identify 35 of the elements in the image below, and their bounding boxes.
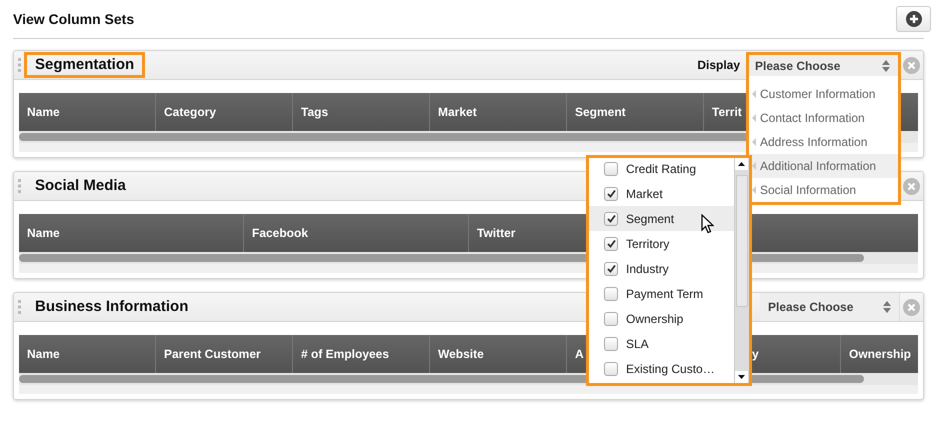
panel-title: Business Information bbox=[34, 297, 190, 317]
display-select[interactable]: Please Choose bbox=[749, 55, 898, 76]
dropdown-option[interactable]: Additional Information bbox=[749, 154, 898, 178]
drag-handle-icon[interactable] bbox=[18, 58, 21, 72]
mouse-pointer-icon bbox=[701, 214, 714, 234]
page-title: View Column Sets bbox=[13, 11, 134, 27]
drag-handle-icon[interactable] bbox=[18, 179, 21, 193]
close-icon[interactable] bbox=[903, 56, 920, 74]
panel-title: Segmentation bbox=[24, 52, 146, 78]
sort-arrows-icon bbox=[882, 60, 890, 72]
scroll-down-icon[interactable] bbox=[735, 371, 748, 383]
caret-icon bbox=[752, 138, 756, 146]
plus-icon bbox=[906, 11, 922, 27]
display-select[interactable]: Please Choose bbox=[760, 293, 900, 321]
close-icon[interactable] bbox=[903, 298, 920, 316]
checkbox[interactable] bbox=[604, 262, 618, 276]
checkbox[interactable] bbox=[604, 336, 618, 350]
caret-icon bbox=[752, 114, 756, 122]
column-option[interactable]: Segment bbox=[589, 206, 734, 231]
checkbox[interactable] bbox=[604, 212, 618, 226]
scroll-up-icon[interactable] bbox=[735, 158, 748, 170]
add-button[interactable] bbox=[896, 6, 931, 32]
checkbox[interactable] bbox=[604, 286, 618, 300]
checkbox[interactable] bbox=[604, 162, 618, 176]
checkbox[interactable] bbox=[604, 312, 618, 326]
drag-handle-icon[interactable] bbox=[18, 300, 21, 314]
close-icon[interactable] bbox=[903, 178, 920, 194]
checkbox[interactable] bbox=[604, 362, 618, 376]
panel-title: Social Media bbox=[34, 176, 127, 196]
checkbox[interactable] bbox=[604, 236, 618, 250]
display-label: Display bbox=[697, 58, 740, 72]
sort-arrows-icon bbox=[883, 301, 891, 313]
scrollbar-thumb[interactable] bbox=[736, 175, 748, 307]
checkbox[interactable] bbox=[604, 186, 618, 200]
caret-icon bbox=[752, 90, 756, 98]
